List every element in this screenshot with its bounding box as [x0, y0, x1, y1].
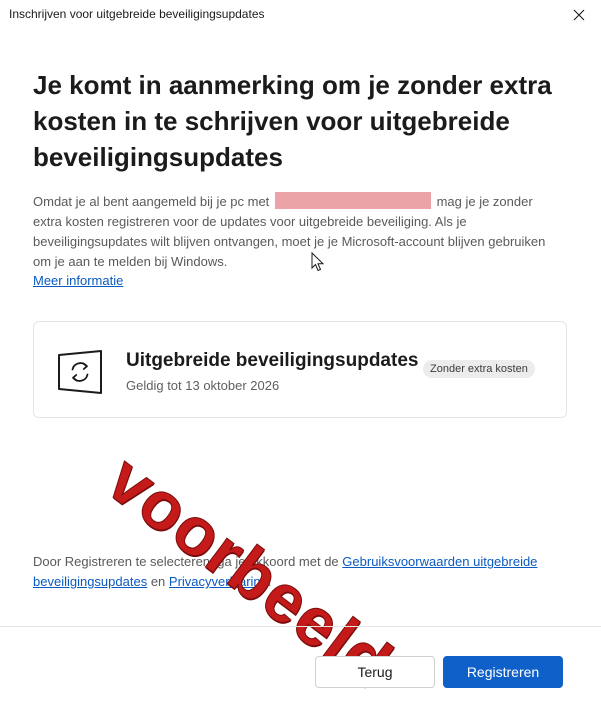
more-info-link[interactable]: Meer informatie: [33, 272, 123, 290]
redacted-account-email: [274, 192, 431, 209]
esu-offer-card: Uitgebreide beveiligingsupdates Geldig t…: [33, 321, 567, 418]
intro-text-part1: Omdat je al bent aangemeld bij je pc met: [33, 194, 270, 209]
legal-text-part1: Door Registreren te selecteren, ga je ak…: [33, 554, 339, 569]
privacy-link[interactable]: Privacyverklaring: [169, 574, 268, 589]
intro-text: Omdat je al bent aangemeld bij je pc met…: [33, 192, 563, 272]
legal-text-part3: .: [267, 574, 272, 589]
register-button[interactable]: Registreren: [443, 656, 563, 688]
back-button[interactable]: Terug: [315, 656, 435, 688]
mouse-pointer-icon: [311, 252, 325, 272]
card-validity: Geldig tot 13 oktober 2026: [126, 378, 280, 393]
close-icon: [573, 9, 585, 21]
legal-text-part2: en: [150, 574, 166, 589]
enrollment-dialog: Inschrijven voor uitgebreide beveiliging…: [0, 0, 601, 713]
card-title: Uitgebreide beveiligingsupdates: [126, 350, 419, 371]
footer-divider: [0, 626, 601, 627]
window-title: Inschrijven voor uitgebreide beveiliging…: [9, 7, 265, 21]
page-heading: Je komt in aanmerking om je zonder extra…: [33, 70, 552, 172]
title-bar: Inschrijven voor uitgebreide beveiliging…: [0, 0, 601, 30]
legal-text: Door Registreren te selecteren, ga je ak…: [33, 552, 563, 592]
windows-update-icon: [56, 350, 104, 394]
close-button[interactable]: [565, 2, 593, 28]
price-badge: Zonder extra kosten: [423, 360, 535, 378]
